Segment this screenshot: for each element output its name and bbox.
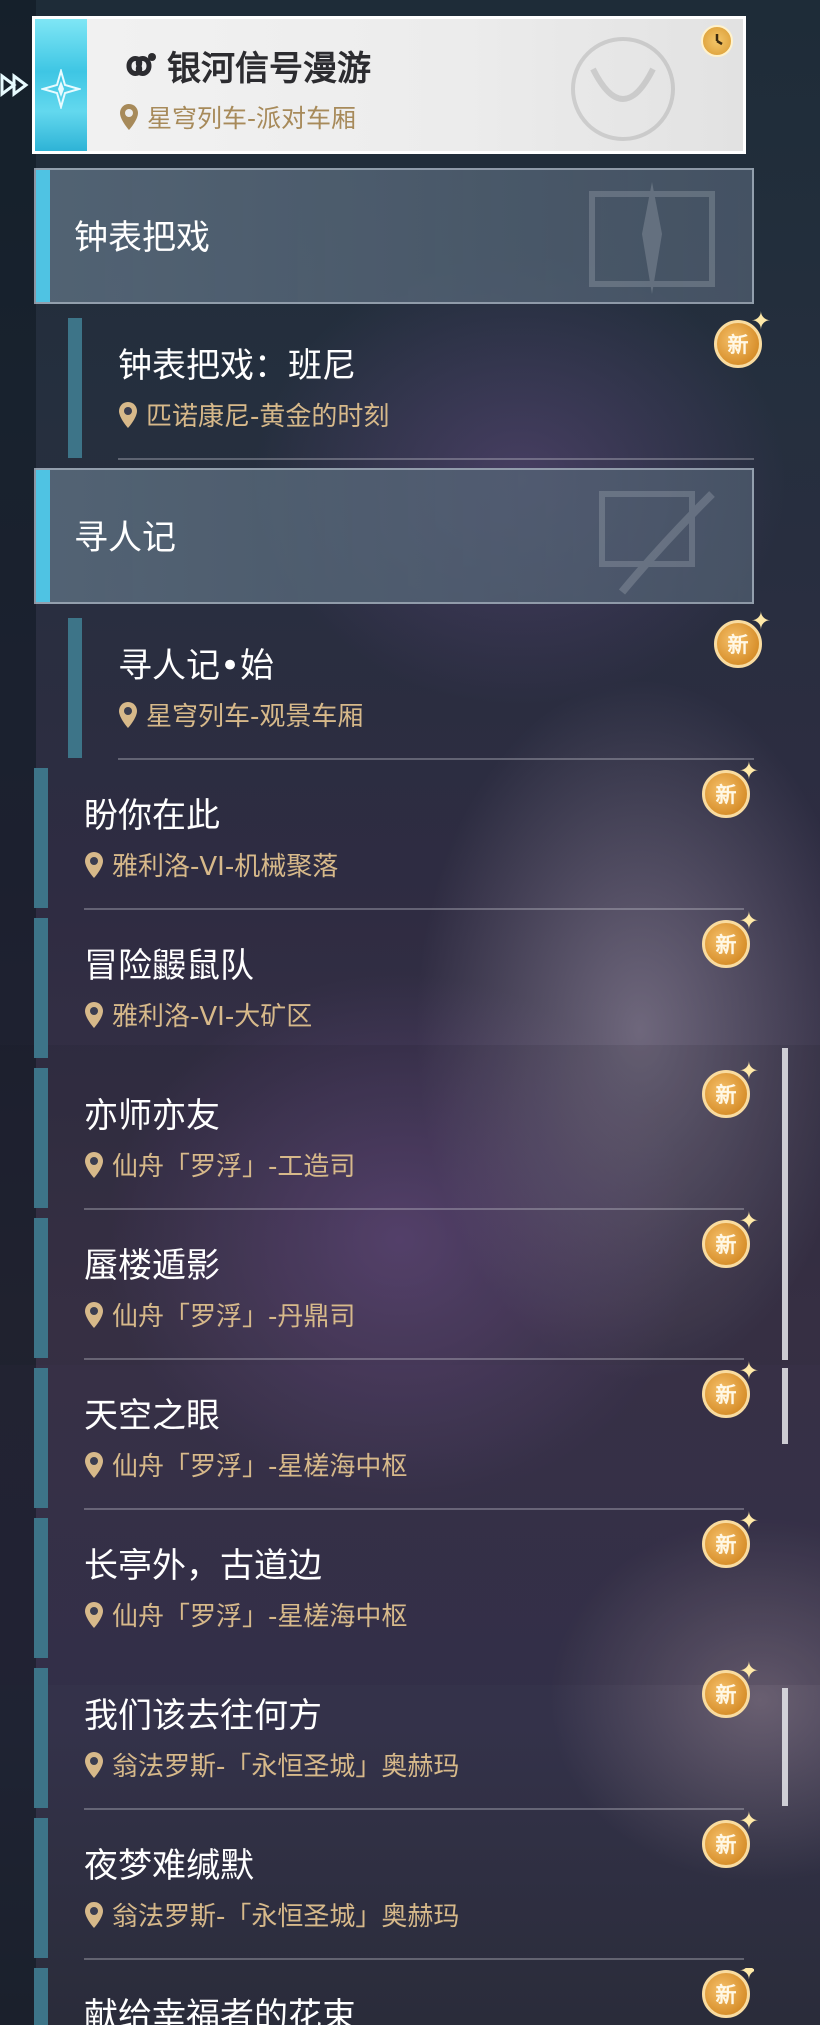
new-badge-icon: 新 ✦ [702, 759, 759, 818]
quest-accent-bar [68, 318, 82, 458]
quest-title: 冒险鼹鼠队 [84, 946, 254, 986]
divider [84, 1508, 744, 1510]
quest-title: 寻人记•始 [118, 646, 275, 686]
selected-quest-card[interactable]: 银河信号漫游 星穹列车-派对车厢 [32, 16, 746, 154]
location-pin-icon [85, 1151, 103, 1178]
new-badge-icon: 新 ✦ [702, 1809, 759, 1868]
quest-accent-bar [34, 918, 48, 1058]
diamond-star-icon [41, 69, 81, 109]
category-label: 寻人记 [74, 518, 176, 558]
quest-title: 长亭外，古道边 [84, 1546, 322, 1586]
quest-title: 亦师亦友 [84, 1096, 220, 1136]
quest-title: 夜梦难缄默 [84, 1846, 254, 1886]
new-badge-icon: 新 ✦ [714, 609, 771, 668]
quest-title: 钟表把戏：班尼 [118, 346, 356, 386]
new-badge-icon: 新 ✦ [702, 1509, 759, 1568]
divider [84, 1358, 744, 1360]
divider [118, 758, 754, 760]
feather-letter-watermark-icon [599, 491, 715, 595]
quest-accent-bar [34, 1668, 48, 1808]
quest-accent-bar [34, 1968, 48, 2025]
quest-title: 蜃楼遁影 [84, 1246, 220, 1286]
scrollbar[interactable] [782, 1048, 788, 1360]
location-pin-icon [119, 401, 137, 428]
location-pin-icon [85, 1751, 103, 1778]
divider [84, 908, 744, 910]
category-header-finding-people[interactable]: 寻人记 [34, 468, 754, 604]
new-badge-icon: 新 ✦ [714, 309, 771, 368]
new-badge-icon: 新 ✦ [702, 1968, 754, 2018]
divider [84, 1958, 744, 1960]
quest-item-flowers-partial[interactable]: 献给幸福者的花束 新 ✦ [34, 1968, 754, 2025]
quest-item-eye-of-sky[interactable]: 天空之眼 仙舟「罗浮」-星槎海中枢 新 ✦ [34, 1359, 759, 1518]
quest-location: 星穹列车-观景车厢 [118, 696, 363, 733]
quest-item-wish-you-here[interactable]: 盼你在此 雅利洛-VI-机械聚落 新 ✦ [34, 759, 759, 918]
location-pin-icon [85, 851, 103, 878]
quest-location: 仙舟「罗浮」-星槎海中枢 [84, 1446, 407, 1483]
selected-quest-title: 银河信号漫游 [119, 41, 371, 90]
location-pin-icon [85, 1301, 103, 1328]
quest-location: 翁法罗斯-「永恒圣城」奥赫玛 [84, 1896, 459, 1933]
emblem-watermark-icon [571, 37, 675, 141]
quest-item-mole-squad[interactable]: 冒险鼹鼠队 雅利洛-VI-大矿区 新 ✦ [34, 909, 759, 1068]
quest-title: 献给幸福者的花束 [84, 1996, 356, 2025]
quest-item-where-to-go[interactable]: 我们该去往何方 翁法罗斯-「永恒圣城」奥赫玛 新 ✦ [34, 1659, 759, 1818]
quest-title: 盼你在此 [84, 796, 220, 836]
quest-item-mentor-friend[interactable]: 亦师亦友 仙舟「罗浮」-工造司 新 ✦ [34, 1059, 759, 1218]
quest-accent-bar [34, 1518, 48, 1658]
quest-title: 天空之眼 [84, 1396, 220, 1436]
divider [118, 458, 754, 460]
new-badge-icon: 新 ✦ [702, 1659, 759, 1718]
clock-icon [701, 25, 733, 57]
quest-item-clock-benny[interactable]: 钟表把戏：班尼 匹诺康尼-黄金的时刻 新 ✦ [34, 309, 771, 468]
location-pin-icon [119, 701, 137, 728]
quest-accent-bar [34, 1218, 48, 1358]
new-badge-icon: 新 ✦ [702, 1209, 759, 1268]
location-pin-icon [120, 104, 138, 130]
quest-location: 匹诺康尼-黄金的时刻 [118, 396, 389, 433]
category-label: 钟表把戏 [74, 218, 210, 258]
selected-quest-location: 星穹列车-派对车厢 [119, 99, 356, 135]
new-badge-icon: 新 ✦ [702, 1359, 759, 1418]
new-badge-icon: 新 ✦ [702, 1059, 759, 1118]
quest-accent-bar [34, 768, 48, 908]
divider [84, 1808, 744, 1810]
quest-location: 雅利洛-VI-大矿区 [84, 996, 312, 1033]
quest-location: 仙舟「罗浮」-星槎海中枢 [84, 1596, 407, 1633]
location-pin-icon [85, 1901, 103, 1928]
selection-arrow-icon [0, 73, 29, 97]
new-badge-icon: 新 ✦ [702, 909, 759, 968]
quest-accent-bar [34, 1368, 48, 1508]
location-pin-icon [85, 1451, 103, 1478]
category-header-clock-tricks[interactable]: 钟表把戏 [34, 168, 754, 304]
scrollbar[interactable] [782, 1688, 788, 1806]
quest-item-mirage-shadow[interactable]: 蜃楼遁影 仙舟「罗浮」-丹鼎司 新 ✦ [34, 1209, 759, 1368]
quest-location: 雅利洛-VI-机械聚落 [84, 846, 338, 883]
quest-accent-bar [68, 618, 82, 758]
quest-location: 仙舟「罗浮」-丹鼎司 [84, 1296, 355, 1333]
category-accent-bar [36, 170, 50, 302]
quest-location: 翁法罗斯-「永恒圣城」奥赫玛 [84, 1746, 459, 1783]
quest-item-silent-dream[interactable]: 夜梦难缄默 翁法罗斯-「永恒圣城」奥赫玛 新 ✦ [34, 1809, 759, 1968]
quest-item-finding-start[interactable]: 寻人记•始 星穹列车-观景车厢 新 ✦ [34, 609, 771, 768]
location-pin-icon [85, 1001, 103, 1028]
quest-accent-bar [34, 1068, 48, 1208]
quest-item-old-road[interactable]: 长亭外，古道边 仙舟「罗浮」-星槎海中枢 新 ✦ [34, 1509, 759, 1668]
clock-emblem-watermark-icon [589, 182, 715, 294]
selected-crystal-marker [35, 19, 87, 151]
category-accent-bar [36, 470, 50, 602]
location-pin-icon [85, 1601, 103, 1628]
divider [84, 1208, 744, 1210]
scrollbar-thumb[interactable] [782, 1368, 788, 1444]
quest-location: 仙舟「罗浮」-工造司 [84, 1146, 355, 1183]
infinity-link-icon [126, 52, 156, 76]
quest-title: 我们该去往何方 [84, 1696, 322, 1736]
quest-accent-bar [34, 1818, 48, 1958]
